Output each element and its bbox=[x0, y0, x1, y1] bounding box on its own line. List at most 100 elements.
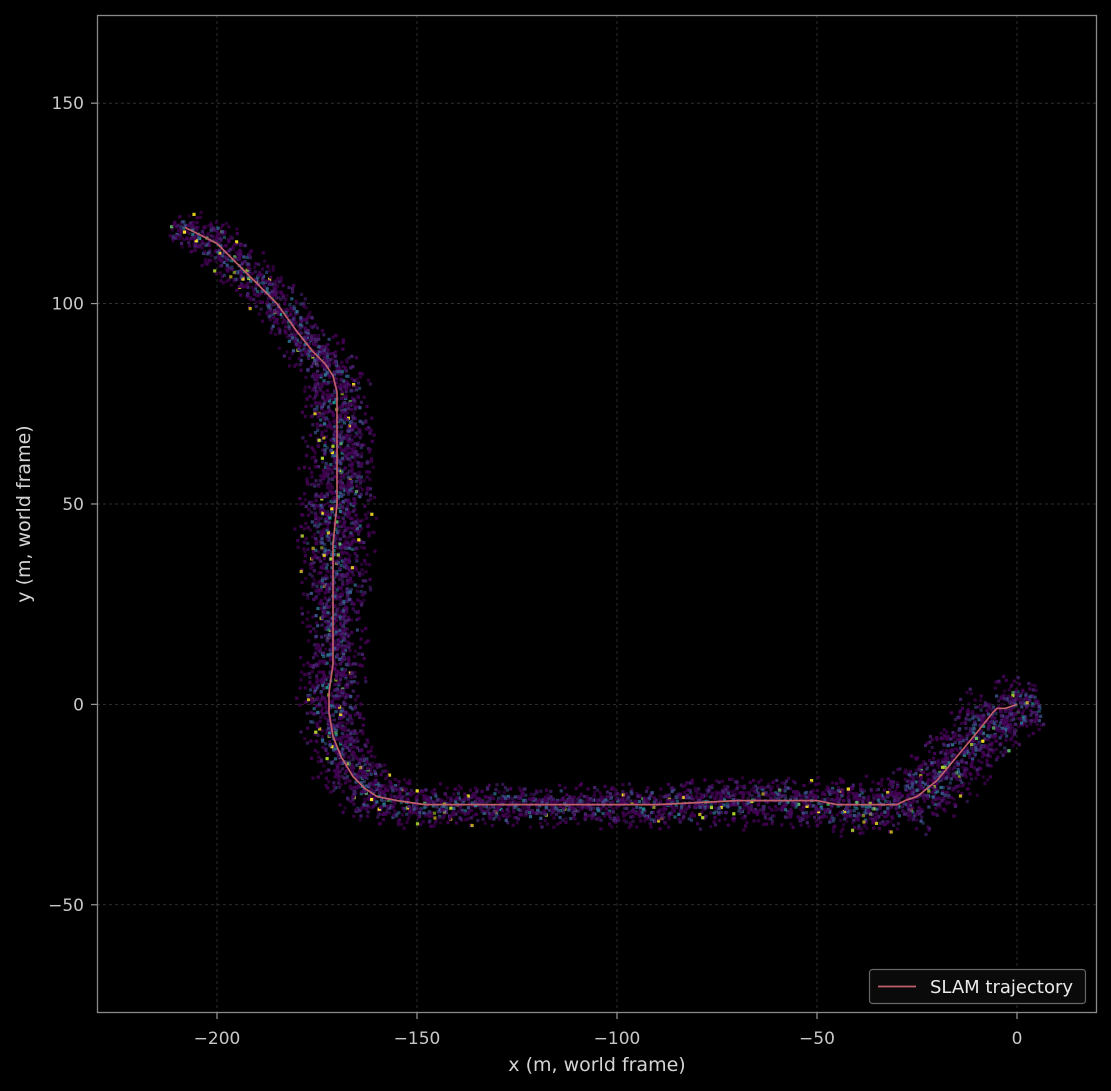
density-cell bbox=[802, 783, 806, 788]
density-cell bbox=[321, 415, 326, 419]
density-cell bbox=[319, 758, 323, 762]
density-cell bbox=[335, 676, 339, 680]
density-cell bbox=[303, 385, 307, 389]
density-cell bbox=[783, 785, 788, 789]
density-cell bbox=[351, 527, 355, 531]
density-cell bbox=[383, 793, 387, 798]
density-cell bbox=[861, 800, 865, 804]
density-cell bbox=[992, 726, 996, 730]
density-cell bbox=[345, 504, 349, 508]
density-cell bbox=[365, 489, 369, 493]
density-cell bbox=[310, 756, 314, 760]
density-cell bbox=[611, 807, 615, 811]
density-cell bbox=[778, 788, 782, 792]
density-cell bbox=[1001, 729, 1005, 733]
density-cell bbox=[720, 779, 725, 783]
density-cell bbox=[1028, 699, 1032, 703]
density-cell bbox=[317, 571, 321, 575]
density-cell bbox=[696, 822, 700, 826]
density-cell bbox=[490, 824, 494, 828]
density-cell bbox=[907, 810, 911, 814]
density-cell bbox=[742, 828, 746, 832]
density-cell bbox=[316, 710, 320, 714]
density-cell bbox=[303, 492, 307, 496]
density-cell bbox=[312, 712, 316, 716]
density-cell bbox=[943, 752, 947, 756]
density-cell bbox=[590, 813, 594, 818]
density-cell bbox=[515, 821, 519, 825]
density-cell bbox=[738, 806, 742, 810]
density-cell bbox=[703, 778, 707, 782]
density-cell bbox=[953, 723, 957, 727]
density-cell bbox=[816, 775, 820, 779]
density-cell bbox=[1017, 742, 1021, 746]
density-cell bbox=[308, 572, 312, 576]
density-cell bbox=[994, 680, 998, 684]
density-cell bbox=[371, 465, 375, 469]
density-cell bbox=[971, 746, 975, 750]
density-cell bbox=[648, 822, 652, 826]
density-cell bbox=[313, 520, 317, 524]
density-cell bbox=[361, 723, 365, 727]
density-cell bbox=[362, 541, 366, 545]
density-cell bbox=[667, 817, 671, 821]
density-cell bbox=[353, 705, 357, 709]
density-cell bbox=[938, 805, 942, 809]
density-cell bbox=[476, 819, 480, 823]
density-cell bbox=[308, 680, 312, 684]
density-cell bbox=[968, 792, 972, 796]
density-cell bbox=[666, 782, 671, 786]
density-cell bbox=[330, 380, 334, 384]
density-cell bbox=[923, 799, 927, 803]
density-cell bbox=[743, 824, 748, 828]
density-cell bbox=[308, 394, 312, 398]
density-cell bbox=[757, 819, 761, 823]
density-cell bbox=[961, 765, 965, 769]
density-cell bbox=[569, 817, 573, 821]
density-cell bbox=[349, 695, 353, 699]
density-cell bbox=[993, 686, 997, 690]
density-cell bbox=[320, 578, 324, 582]
density-cell bbox=[351, 517, 355, 521]
density-cell bbox=[886, 806, 890, 810]
density-cell bbox=[1028, 695, 1032, 699]
density-cell bbox=[369, 754, 373, 758]
density-cell bbox=[509, 787, 513, 791]
density-cell bbox=[349, 680, 353, 684]
density-cell bbox=[321, 434, 325, 438]
density-cell bbox=[315, 405, 319, 409]
density-cell bbox=[554, 813, 558, 817]
density-cell bbox=[321, 706, 325, 710]
density-cell bbox=[980, 720, 984, 724]
density-cell bbox=[309, 720, 313, 724]
density-cell bbox=[343, 621, 347, 625]
density-cell bbox=[586, 787, 590, 791]
density-cell bbox=[1007, 749, 1011, 753]
density-cell bbox=[965, 787, 969, 791]
density-cell bbox=[341, 579, 345, 583]
density-cell bbox=[357, 652, 361, 656]
density-cell bbox=[603, 784, 607, 788]
density-cell bbox=[348, 705, 352, 709]
density-cell bbox=[351, 750, 355, 754]
density-cell bbox=[317, 755, 321, 759]
density-cell bbox=[937, 765, 941, 769]
density-cell bbox=[385, 804, 389, 809]
density-cell bbox=[397, 780, 401, 784]
density-cell bbox=[309, 698, 314, 702]
density-cell bbox=[590, 816, 594, 821]
density-cell bbox=[826, 797, 830, 801]
density-cell bbox=[324, 702, 328, 706]
density-cell bbox=[1027, 734, 1031, 738]
density-cell bbox=[672, 806, 676, 810]
density-cell bbox=[349, 433, 353, 438]
density-cell bbox=[568, 795, 572, 799]
density-cell bbox=[831, 819, 835, 823]
density-cell bbox=[312, 569, 316, 573]
density-cell bbox=[475, 790, 479, 794]
density-cell bbox=[316, 390, 320, 394]
density-cell bbox=[305, 477, 309, 481]
density-cell bbox=[349, 389, 353, 393]
density-cell bbox=[343, 725, 347, 729]
density-cell bbox=[689, 818, 694, 822]
